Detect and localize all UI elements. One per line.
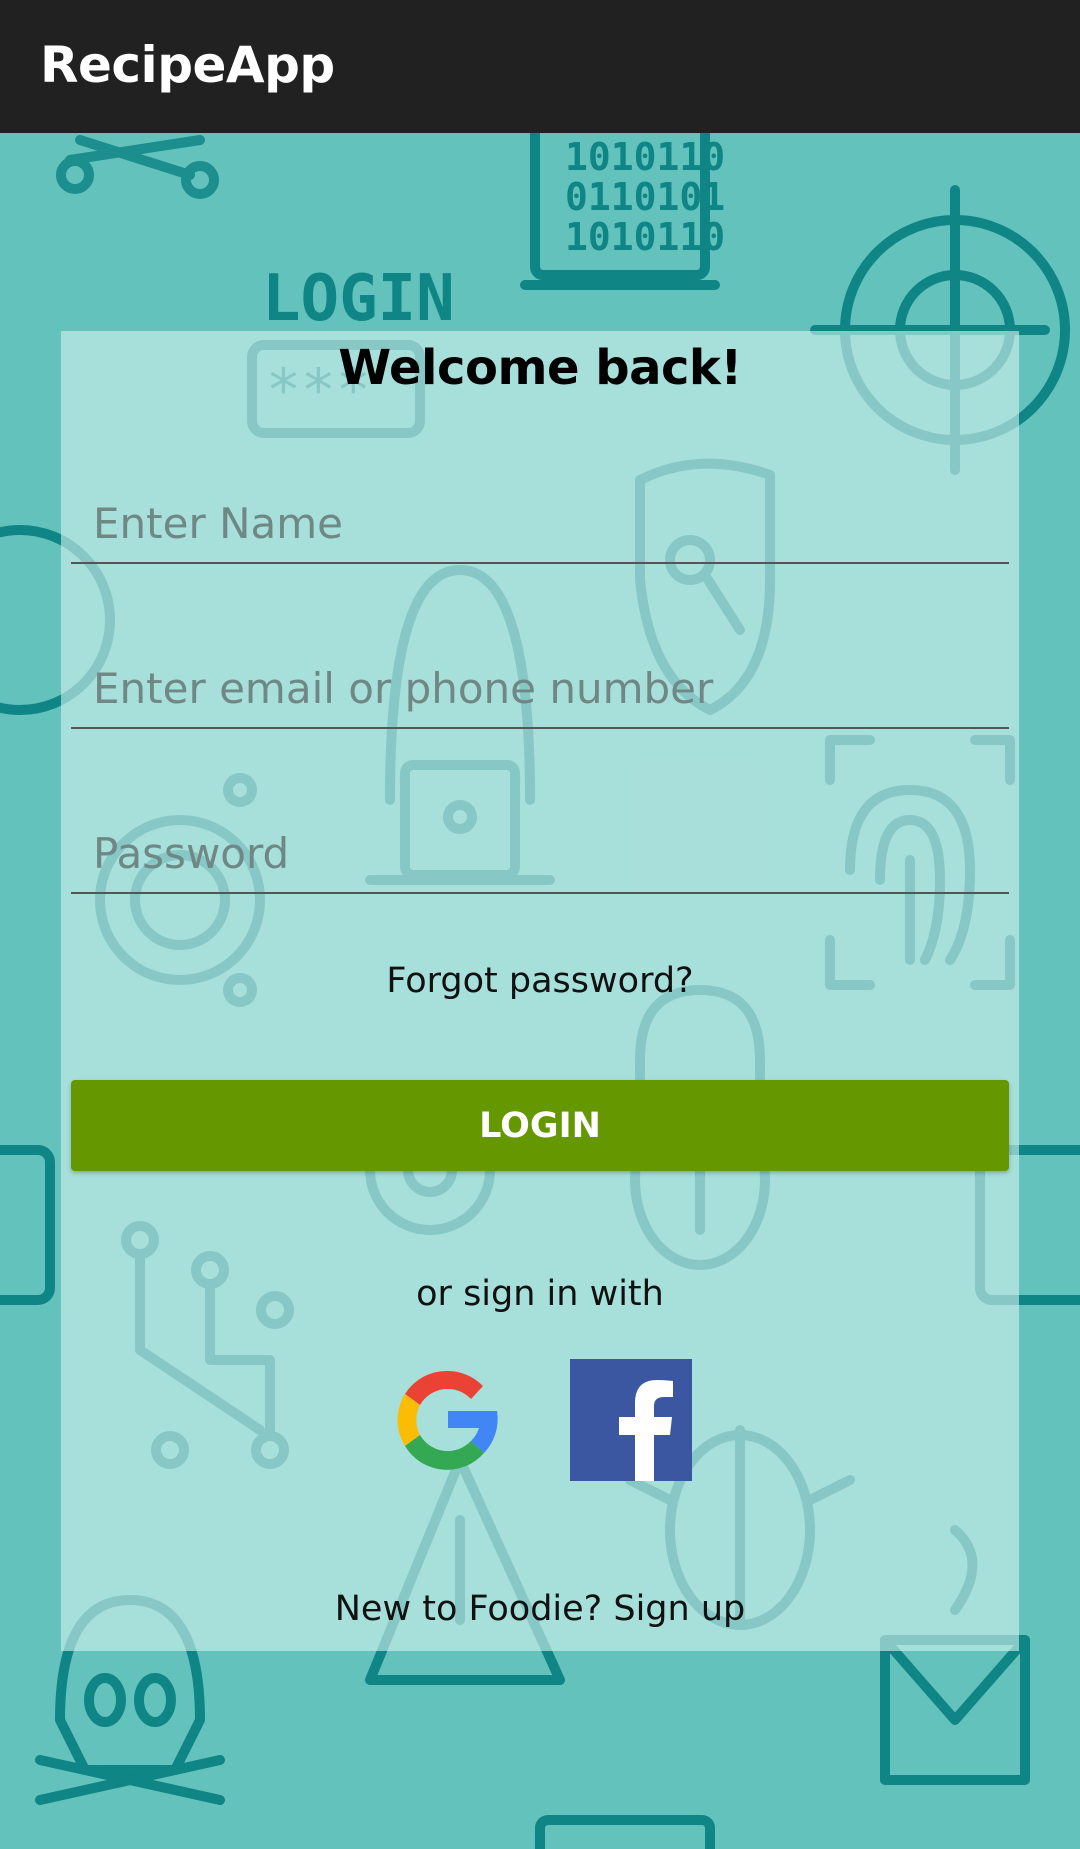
name-input[interactable] (71, 484, 1009, 564)
facebook-icon (570, 1359, 692, 1481)
svg-text:1010110: 1010110 (565, 215, 725, 259)
crossbones-icon (56, 135, 219, 199)
app-bar: RecipeApp (0, 0, 1080, 133)
login-button[interactable]: LOGIN (71, 1080, 1009, 1171)
page-title: Welcome back! (338, 340, 742, 396)
forgot-password-link[interactable]: Forgot password? (0, 961, 1080, 1001)
login-sign-text: LOGIN (262, 262, 455, 336)
or-sign-in-label: or sign in with (416, 1274, 664, 1314)
signup-link[interactable]: New to Foodie? Sign up (0, 1589, 1080, 1629)
email-phone-input[interactable] (71, 649, 1009, 729)
svg-text:1010110: 1010110 (565, 135, 725, 179)
app-title: RecipeApp (40, 36, 335, 94)
password-input[interactable] (71, 814, 1009, 894)
laptop-binary-icon: 1010110 0110101 1010110 (520, 133, 725, 290)
google-icon (397, 1370, 498, 1470)
google-signin-button[interactable] (387, 1359, 509, 1481)
svg-text:0110101: 0110101 (565, 175, 725, 219)
facebook-signin-button[interactable] (570, 1359, 692, 1481)
